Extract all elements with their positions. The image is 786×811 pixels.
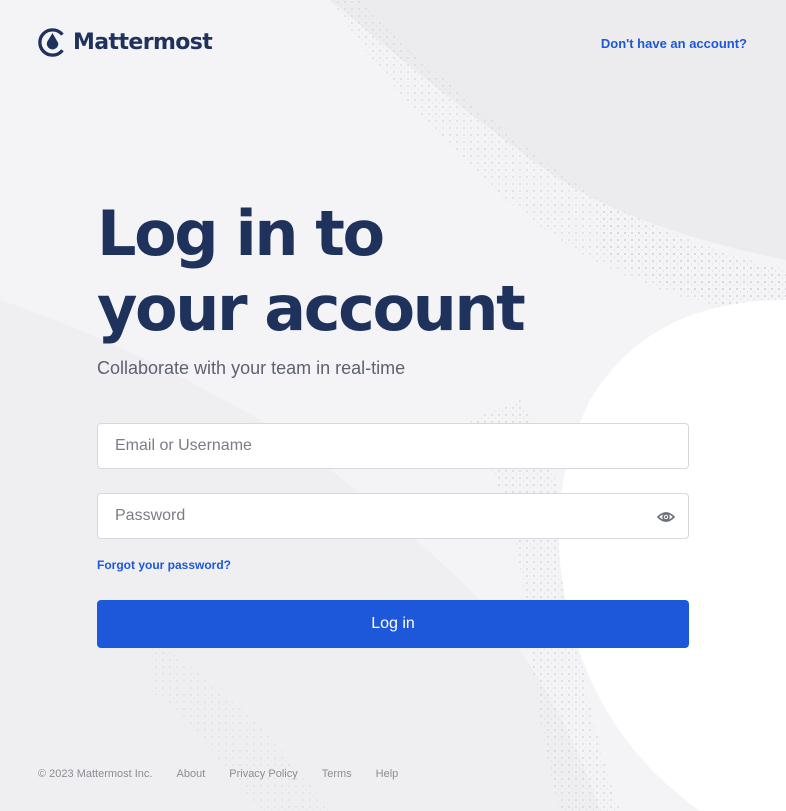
- footer-link-terms[interactable]: Terms: [322, 768, 352, 780]
- password-field: [97, 493, 689, 539]
- login-button[interactable]: Log in: [97, 600, 689, 648]
- page-title-line-2: your account: [97, 272, 526, 345]
- footer-link-help[interactable]: Help: [376, 768, 399, 780]
- password-input[interactable]: [98, 494, 688, 538]
- top-header: Mattermost Don't have an account?: [0, 0, 786, 86]
- page-subtitle: Collaborate with your team in real-time: [97, 358, 406, 378]
- footer-link-about[interactable]: About: [177, 768, 206, 780]
- signup-link[interactable]: Don't have an account?: [601, 36, 747, 51]
- email-field: [97, 423, 689, 469]
- forgot-password-link[interactable]: Forgot your password?: [97, 558, 231, 572]
- mattermost-logo[interactable]: Mattermost: [38, 28, 213, 57]
- footer-link-privacy-policy[interactable]: Privacy Policy: [229, 768, 297, 780]
- footer: © 2023 Mattermost Inc. About Privacy Pol…: [38, 768, 398, 780]
- page-title: Log in to your account: [97, 196, 689, 346]
- brand-name: Mattermost: [73, 30, 213, 55]
- login-panel: Log in to your account Collaborate with …: [97, 196, 689, 648]
- copyright-text: © 2023 Mattermost Inc.: [38, 768, 153, 780]
- eye-icon[interactable]: [656, 507, 676, 527]
- email-or-username-input[interactable]: [98, 424, 688, 468]
- page-title-line-1: Log in to: [97, 197, 385, 270]
- mattermost-logo-icon: [38, 28, 67, 57]
